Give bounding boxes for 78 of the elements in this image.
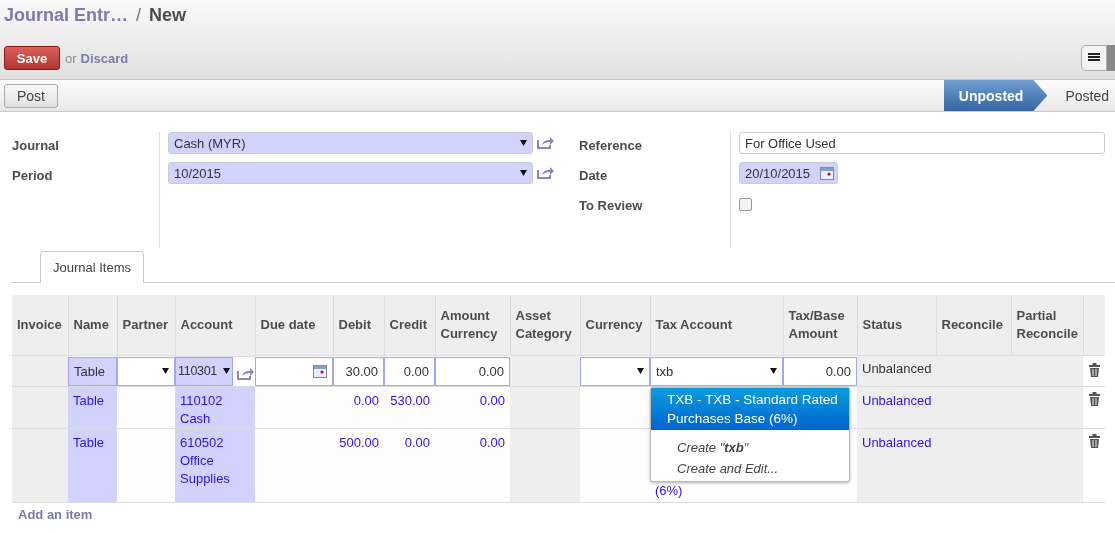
trash-icon[interactable] (1088, 434, 1100, 448)
table-cell: (6%) (655, 483, 683, 498)
column-header: Status (857, 295, 936, 356)
column-header: Tax Account (650, 295, 783, 356)
column-header: Credit (384, 295, 435, 356)
table-cell: 0.00 (353, 393, 379, 408)
field-label: Date (579, 168, 609, 185)
column-header: Currency (580, 295, 650, 356)
table-cell: Table (73, 393, 105, 408)
page-title: New (149, 5, 187, 26)
table-cell: 0.00 (479, 435, 505, 450)
tax-base-field[interactable]: 0.00 (783, 356, 857, 386)
status-step: Unposted (943, 80, 1048, 111)
checkbox[interactable] (739, 198, 752, 211)
column-header: Invoice (12, 295, 68, 356)
column-header: Debit (333, 295, 384, 356)
breadcrumb-link[interactable]: Journal Entr… (4, 5, 128, 26)
dropdown-option[interactable]: TXB - TXB - Standard Rated Purchases Base (6%) (651, 388, 849, 430)
post-button[interactable]: Post (4, 83, 58, 108)
select-field[interactable]: Cash (MYR) (168, 132, 533, 154)
name-field[interactable]: Table (68, 356, 117, 386)
text-field[interactable]: For Office Used (739, 132, 1105, 154)
external-link-icon[interactable] (537, 166, 554, 179)
account-select[interactable]: 110301 (175, 356, 233, 386)
table-cell: 0.00 (479, 393, 505, 408)
caret-icon (520, 170, 527, 176)
status-text: Unbalanced (862, 435, 932, 450)
amount-currency-field[interactable]: 0.00 (435, 356, 510, 386)
list-view-button[interactable] (1081, 45, 1107, 71)
table-cell: 110102 Cash (180, 393, 223, 426)
field-label: Period (12, 168, 54, 185)
date-field[interactable]: 20/10/2015 (739, 162, 838, 184)
debit-field[interactable]: 30.00 (333, 356, 384, 386)
or-text: or (65, 50, 77, 66)
add-item-link[interactable]: Add an item (12, 502, 1105, 526)
column-header: Account (175, 295, 255, 356)
credit-field[interactable]: 0.00 (384, 356, 435, 386)
column-header: Tax/Base Amount (783, 295, 857, 356)
column-header: Partner (117, 295, 175, 356)
field-label: Reference (579, 138, 643, 155)
status-text: Unbalanced (861, 360, 933, 376)
column-header: Asset Category (510, 295, 580, 356)
table-cell: 0.00 (404, 435, 430, 450)
currency-select[interactable] (580, 356, 650, 386)
field-label: Journal (12, 138, 60, 155)
column-header: Partial Reconcile (1011, 295, 1083, 356)
field-label: To Review (579, 198, 644, 215)
breadcrumb-separator: / (136, 5, 142, 26)
caret-icon (637, 368, 644, 374)
create-option[interactable]: Create "txb" (651, 437, 849, 458)
table-cell: Table (73, 435, 105, 450)
table-cell: 610502 Office Supplies (180, 435, 230, 486)
tax-account-select[interactable]: txb (650, 356, 783, 386)
table-cell: 500.00 (339, 435, 379, 450)
external-link-icon[interactable] (237, 366, 254, 380)
tab[interactable]: Journal Items (40, 251, 145, 283)
column-header: Reconcile (936, 295, 1011, 356)
caret-icon (520, 140, 527, 146)
partner-select[interactable] (117, 356, 175, 386)
caret-icon (223, 368, 230, 374)
trash-icon[interactable] (1088, 362, 1100, 377)
caret-icon (770, 368, 777, 374)
calendar-icon[interactable] (313, 364, 327, 378)
caret-icon (162, 368, 169, 374)
select-field[interactable]: 10/2015 (168, 162, 533, 184)
create-and-edit-option[interactable]: Create and Edit... (651, 458, 849, 479)
due-date-field[interactable] (255, 356, 333, 386)
status-text: Unbalanced (862, 393, 932, 408)
column-header: Amount Currency (435, 295, 510, 356)
calendar-icon[interactable] (820, 166, 834, 180)
status-step: Posted (1047, 80, 1115, 111)
menu-icon (1088, 53, 1100, 63)
table-cell: 530.00 (390, 393, 430, 408)
external-link-icon[interactable] (537, 136, 554, 149)
save-button[interactable]: Save (4, 46, 60, 70)
column-header: Name (68, 295, 117, 356)
trash-icon[interactable] (1088, 392, 1100, 406)
column-header: Due date (255, 295, 333, 356)
